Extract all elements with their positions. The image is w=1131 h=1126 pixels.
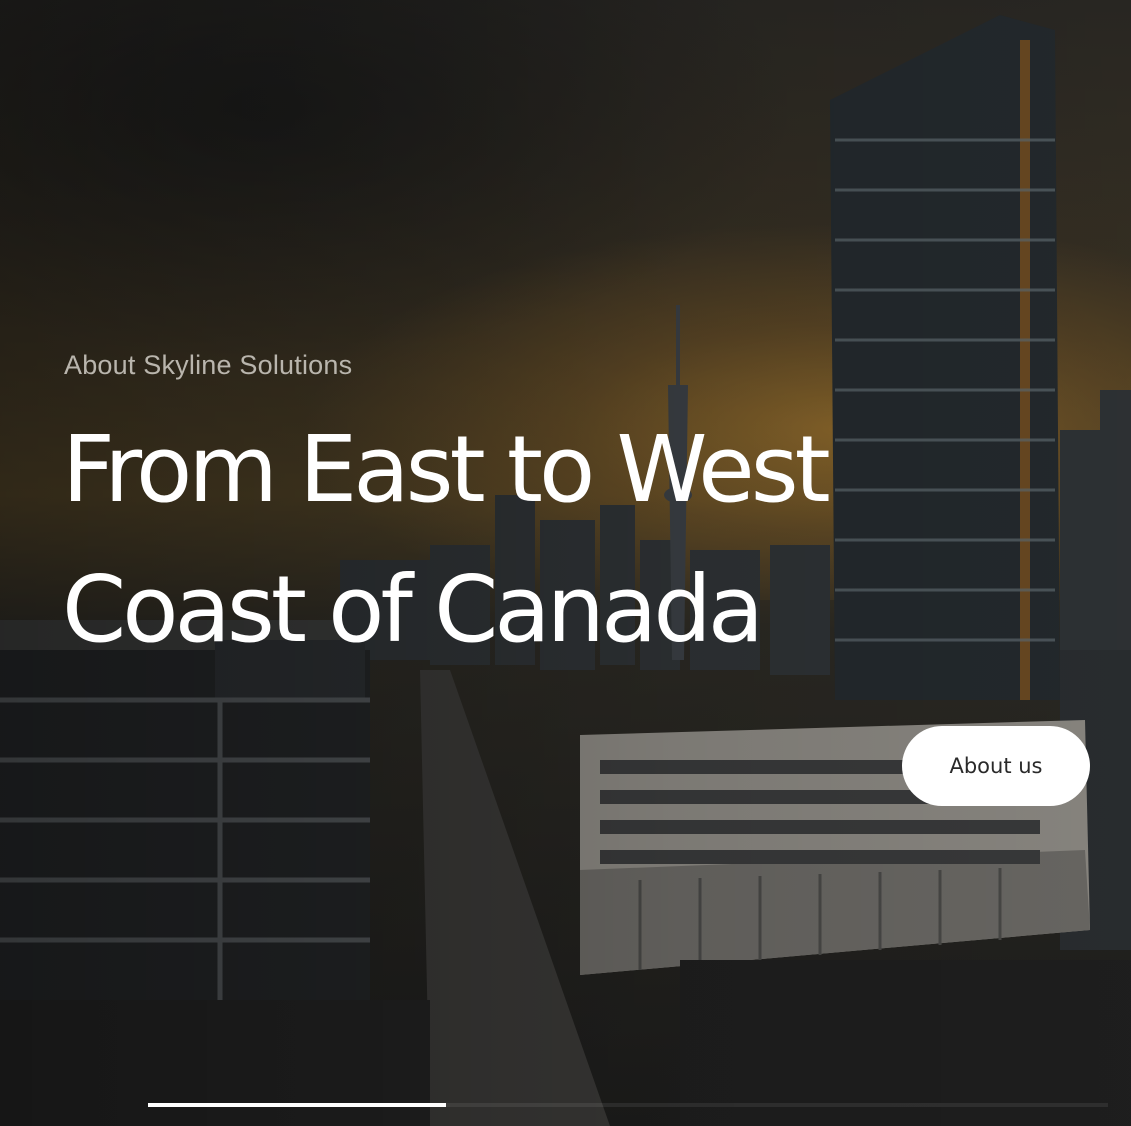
slider-progress-track[interactable] <box>148 1103 1108 1107</box>
section-eyebrow: About Skyline Solutions <box>64 350 353 380</box>
about-us-button[interactable]: About us <box>902 726 1090 806</box>
headline-line-1: From East to West <box>62 416 831 523</box>
hero-headline: From East to West Coast of Canada <box>62 400 882 680</box>
slider-progress-fill <box>148 1103 446 1107</box>
headline-line-2: Coast of Canada <box>62 556 764 663</box>
hero-section: About Skyline Solutions From East to Wes… <box>0 0 1131 1126</box>
